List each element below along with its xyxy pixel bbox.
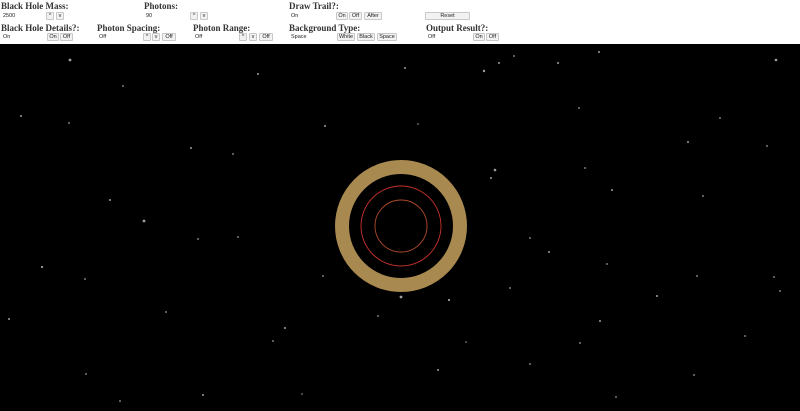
- star: [465, 341, 467, 343]
- star: [529, 237, 531, 239]
- spacing-off-button[interactable]: Off: [162, 33, 176, 41]
- star: [84, 278, 86, 280]
- spacing-up-button[interactable]: ^: [143, 33, 151, 41]
- mass-label: Black Hole Mass:: [1, 1, 69, 11]
- star: [513, 55, 515, 57]
- spacing-down-button[interactable]: v: [152, 33, 160, 41]
- star: [68, 122, 70, 124]
- output-value[interactable]: Off: [426, 33, 472, 41]
- star: [774, 58, 778, 62]
- star: [557, 62, 559, 64]
- mass-up-button[interactable]: ^: [46, 12, 54, 20]
- trail-on-button[interactable]: On: [336, 12, 348, 20]
- star: [119, 400, 121, 402]
- star: [598, 51, 600, 53]
- spacing-value[interactable]: Off: [97, 33, 147, 41]
- star: [578, 107, 580, 109]
- range-down-button[interactable]: v: [249, 33, 257, 41]
- spacing-label: Photon Spacing:: [97, 23, 161, 33]
- star: [190, 147, 192, 149]
- star: [615, 396, 617, 398]
- star: [301, 393, 303, 395]
- star: [773, 276, 775, 278]
- star: [498, 62, 500, 64]
- photons-up-button[interactable]: ^: [190, 12, 198, 20]
- mass-input[interactable]: 2500: [1, 12, 51, 20]
- star: [579, 342, 581, 344]
- star: [696, 275, 698, 277]
- star: [548, 251, 550, 253]
- photons-label: Photons:: [144, 1, 179, 11]
- control-panel: Black Hole Mass: 2500 ^ v Photons: 90 ^ …: [0, 0, 800, 44]
- simulation-canvas[interactable]: [0, 44, 800, 411]
- star: [687, 141, 689, 143]
- trail-off-button[interactable]: Off: [349, 12, 362, 20]
- star: [606, 263, 608, 265]
- details-value[interactable]: On: [1, 33, 47, 41]
- star: [744, 335, 746, 337]
- photons-down-button[interactable]: v: [200, 12, 208, 20]
- background-black-button[interactable]: Black: [357, 33, 375, 41]
- star: [493, 168, 497, 172]
- star: [584, 167, 586, 169]
- star: [165, 311, 167, 313]
- star: [490, 177, 492, 179]
- star: [437, 369, 439, 371]
- star: [122, 85, 124, 87]
- range-up-button[interactable]: ^: [239, 33, 247, 41]
- star: [766, 145, 768, 147]
- star: [68, 58, 72, 62]
- star: [237, 236, 239, 238]
- output-label: Output Result?:: [426, 23, 489, 33]
- star: [611, 189, 613, 191]
- background-label: Background Type:: [289, 23, 361, 33]
- details-on-button[interactable]: On: [47, 33, 59, 41]
- background-value[interactable]: Space: [289, 33, 335, 41]
- star: [232, 153, 234, 155]
- star: [509, 287, 511, 289]
- trail-label: Draw Trail?:: [289, 1, 339, 11]
- star: [109, 199, 111, 201]
- star: [324, 125, 326, 127]
- reset-button[interactable]: Reset: [425, 12, 470, 20]
- star: [417, 123, 419, 125]
- trail-value[interactable]: On: [289, 12, 335, 20]
- star: [447, 298, 451, 302]
- star: [85, 373, 87, 375]
- star: [284, 327, 286, 329]
- range-label: Photon Range:: [193, 23, 251, 33]
- output-off-button[interactable]: Off: [486, 33, 499, 41]
- star: [719, 117, 721, 119]
- output-on-button[interactable]: On: [473, 33, 485, 41]
- star: [702, 195, 704, 197]
- star: [377, 315, 379, 317]
- details-label: Black Hole Details?:: [1, 23, 80, 33]
- star: [779, 290, 781, 292]
- mass-down-button[interactable]: v: [56, 12, 64, 20]
- star: [529, 363, 531, 365]
- star: [257, 73, 259, 75]
- background-white-button[interactable]: White: [337, 33, 355, 41]
- star: [8, 318, 10, 320]
- star: [656, 295, 658, 297]
- space-background: [0, 44, 800, 411]
- star: [599, 320, 601, 322]
- star: [322, 275, 324, 277]
- range-value[interactable]: Off: [193, 33, 245, 41]
- star: [482, 69, 486, 73]
- background-space-button[interactable]: Space: [377, 33, 397, 41]
- star: [20, 115, 22, 117]
- star: [404, 67, 406, 69]
- star: [272, 340, 274, 342]
- star: [142, 219, 146, 223]
- star: [197, 238, 199, 240]
- details-off-button[interactable]: Off: [60, 33, 73, 41]
- range-off-button[interactable]: Off: [259, 33, 273, 41]
- star: [693, 374, 695, 376]
- trail-after-button[interactable]: After: [364, 12, 382, 20]
- star: [40, 265, 44, 269]
- star: [202, 394, 204, 396]
- photons-input[interactable]: 90: [144, 12, 194, 20]
- star: [399, 295, 403, 299]
